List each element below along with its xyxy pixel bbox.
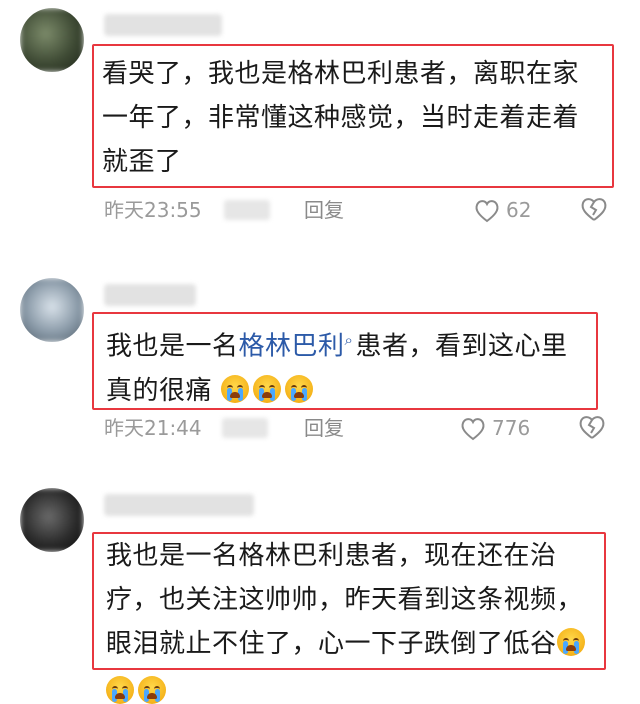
comment-item-2: 我也是一名格林巴利⌕患者，看到这心里 真的很痛 昨天21:44 回复 776 [0,270,640,470]
comment-text: 看哭了，我也是格林巴利患者，离职在家 一年了，非常懂这种感觉，当时走着走着 就歪… [102,59,580,177]
crying-face-emoji [252,374,281,403]
comment-text-line2: 真的很痛 [106,375,213,406]
heart-outline-icon [475,200,499,223]
crying-face-emoji [138,676,166,704]
avatar[interactable] [20,488,84,552]
comment-meta: 昨天21:44 回复 [104,414,624,442]
location-blurred [224,200,270,220]
like-count: 62 [506,198,532,222]
crying-face-emoji [220,374,249,403]
like-button[interactable]: 776 [460,414,530,442]
reply-button[interactable]: 回复 [304,196,344,224]
emoji-row [106,676,170,704]
dislike-button[interactable] [580,196,608,226]
dislike-button[interactable] [578,414,606,444]
crying-face-emoji [556,628,585,656]
like-button[interactable]: 62 [474,196,531,224]
comment-meta: 昨天23:55 回复 [104,196,624,224]
search-mini-icon[interactable]: ⌕ [345,331,354,349]
comment-text: 我也是一名格林巴利患者，现在还在治 疗，也关注这帅帅，昨天看到这条视频， 眼泪就… [106,541,585,659]
crying-face-emoji [284,374,313,403]
timestamp: 昨天23:55 [104,198,202,222]
broken-heart-icon [581,198,607,221]
username-blurred[interactable] [104,14,222,36]
location-blurred [222,418,268,438]
crying-face-emoji [106,676,134,704]
comment-item-1: 看哭了，我也是格林巴利患者，离职在家 一年了，非常懂这种感觉，当时走着走着 就歪… [0,0,640,240]
username-blurred[interactable] [104,284,196,306]
username-blurred[interactable] [104,494,254,516]
reply-button[interactable]: 回复 [304,414,344,442]
broken-heart-icon [579,416,605,439]
timestamp: 昨天21:44 [104,416,202,440]
keyword-link[interactable]: 格林巴利 [239,332,345,362]
comment-item-3: 我也是一名格林巴利患者，现在还在治 疗，也关注这帅帅，昨天看到这条视频， 眼泪就… [0,480,640,704]
avatar[interactable] [20,8,84,72]
comment-text-prefix: 我也是一名 [106,331,239,362]
avatar[interactable] [20,278,84,342]
comment-text: 我也是一名格林巴利⌕患者，看到这心里 真的很痛 [106,318,612,413]
heart-outline-icon [461,418,485,441]
comment-text-suffix: 患者，看到这心里 [355,331,568,362]
like-count: 776 [492,416,531,440]
